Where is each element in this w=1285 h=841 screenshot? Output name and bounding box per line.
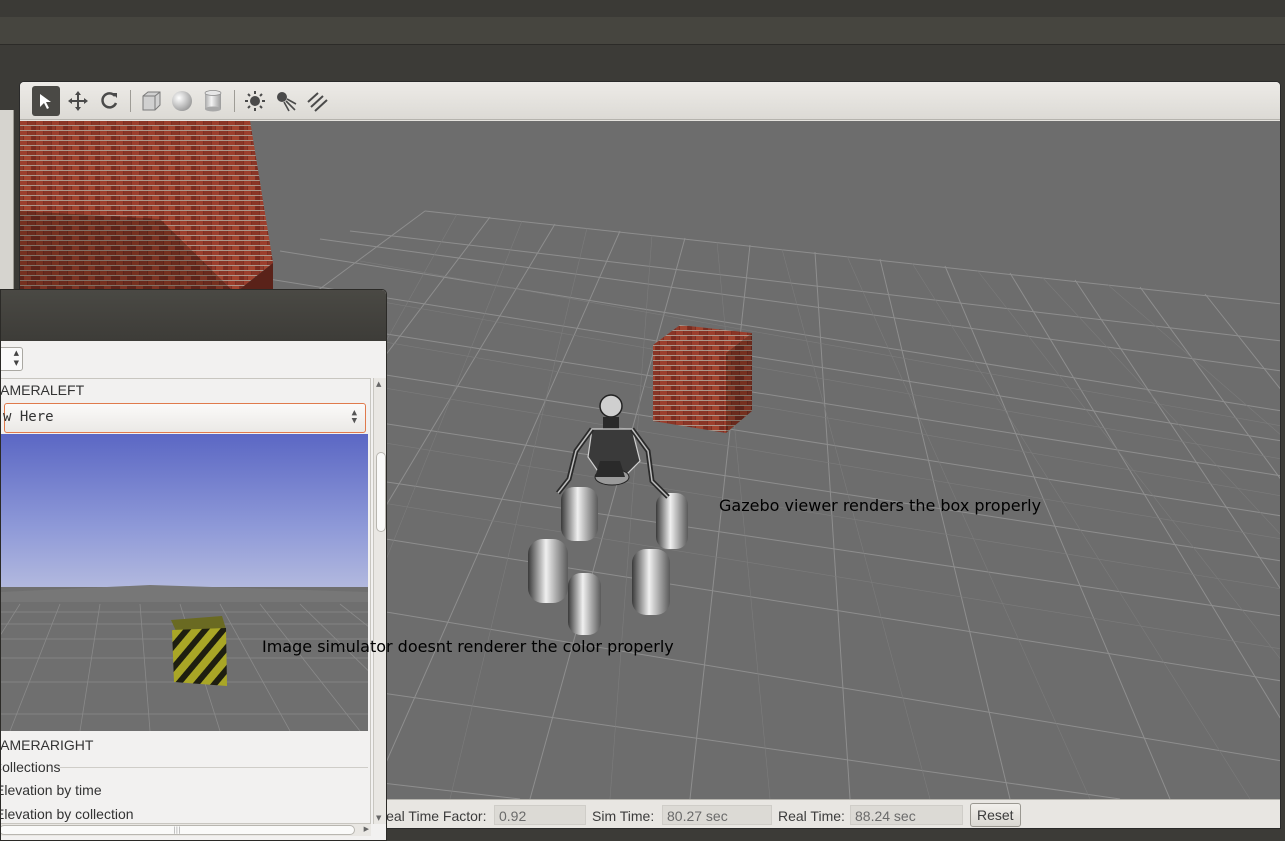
real-time-value: 88.24 sec: [850, 805, 963, 825]
spinbox[interactable]: ▲ ▼: [1, 347, 23, 371]
elevation-by-collection-item[interactable]: Elevation by collection: [1, 806, 134, 822]
camera-right-label: CAMERARIGHT: [0, 737, 94, 753]
arrow-cursor-icon: [40, 94, 51, 109]
real-time-factor-label: Real Time Factor:: [376, 808, 487, 824]
background-window-edge: [0, 110, 14, 300]
window-menu-bar: [0, 17, 1285, 45]
plugin-panel: CAMERALEFT w Here ▲▼: [0, 378, 371, 824]
gazebo-annotation: Gazebo viewer renders the box properly: [719, 496, 1042, 515]
point-light-button[interactable]: [241, 86, 269, 116]
sim-time-label: Sim Time:: [592, 808, 655, 824]
spotlight-icon: [277, 92, 297, 112]
sphere-shape-button[interactable]: [168, 86, 196, 116]
directional-light-button[interactable]: [303, 86, 331, 116]
gazebo-toolbar: [20, 82, 1280, 120]
horizontal-scrollbar[interactable]: ||| ▶: [1, 824, 371, 836]
rotate-mode-button[interactable]: [95, 86, 123, 116]
topic-combobox-value: Here: [19, 409, 54, 425]
image-simulator-annotation: Image simulator doesnt renderer the colo…: [262, 637, 674, 656]
directional-light-icon: [307, 92, 328, 112]
vertical-scrollbar[interactable]: ▲ ▼: [373, 378, 386, 824]
select-mode-button[interactable]: [32, 86, 60, 116]
collections-label: Collections: [1, 759, 61, 775]
vertical-scroll-thumb[interactable]: [376, 452, 386, 532]
reset-button[interactable]: Reset: [970, 803, 1021, 827]
camera-render: [1, 434, 368, 731]
combo-arrows-icon: ▲ ▼: [351, 408, 357, 426]
camera-left-label: CAMERALEFT: [0, 382, 85, 398]
image-viewer-titlebar[interactable]: [1, 290, 386, 341]
translate-mode-button[interactable]: [64, 86, 92, 116]
real-time-label: Real Time:: [778, 808, 845, 824]
elevation-by-time-item[interactable]: Elevation by time: [1, 782, 102, 798]
rotate-icon: [101, 92, 118, 109]
move-arrows-icon: [68, 91, 88, 111]
image-viewer-window: ▲▼ CAMERALEFT w Here ▲▼: [0, 289, 387, 841]
system-top-bar: [0, 0, 1285, 17]
sphere-icon: [172, 91, 192, 111]
sim-time-value: 80.27 sec: [662, 805, 772, 825]
spot-light-button[interactable]: [272, 86, 300, 116]
real-time-factor-value: 0.92: [494, 805, 586, 825]
camera-image: [1, 434, 368, 731]
cylinder-shape-button[interactable]: [199, 86, 227, 116]
sun-icon: [245, 91, 265, 111]
cylinder-icon: [204, 90, 222, 112]
horizontal-scroll-thumb[interactable]: |||: [1, 825, 355, 835]
topic-combobox[interactable]: w Here ▲ ▼: [3, 403, 366, 433]
box-icon: [142, 91, 161, 111]
box-shape-button[interactable]: [137, 86, 165, 116]
